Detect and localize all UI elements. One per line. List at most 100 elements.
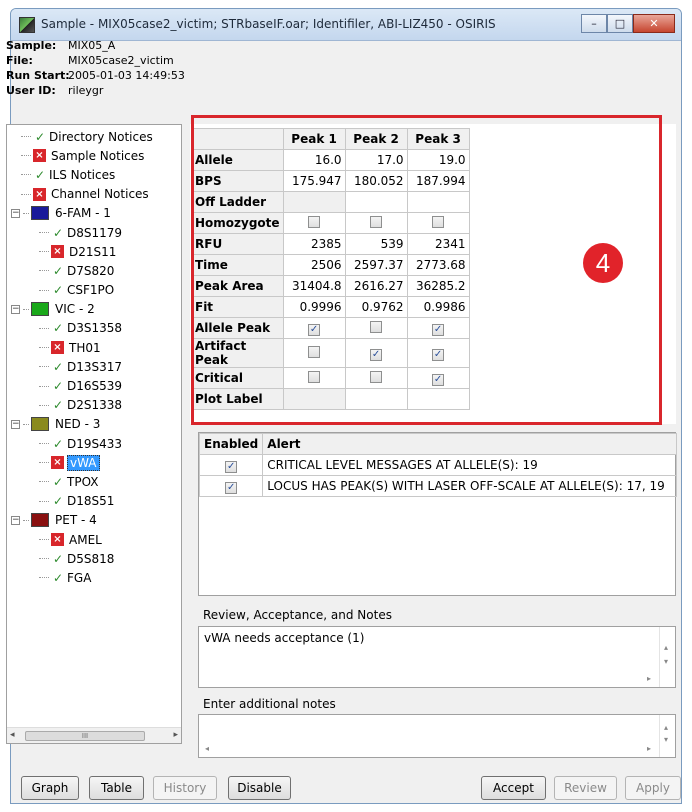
alert-text: CRITICAL LEVEL MESSAGES AT ALLELE(S): 19 <box>262 454 677 476</box>
tree-item[interactable]: ✓ D16S539 <box>7 376 181 395</box>
maximize-button[interactable]: □ <box>607 14 633 33</box>
review-button[interactable]: Review <box>554 776 617 800</box>
info-label: Run Start: <box>6 69 70 82</box>
scroll-right-icon[interactable]: ▸ <box>647 674 651 683</box>
tree-item-label: D8S1179 <box>67 225 123 240</box>
locus-tree[interactable]: ✓ Directory Notices × Sample Notices ✓ ILS No… <box>6 124 182 744</box>
alerts-header-row: Enabled Alert <box>198 433 677 455</box>
tree-item[interactable]: × D21S11 <box>7 242 181 261</box>
check-icon: ✓ <box>52 359 64 374</box>
check-icon: ✓ <box>52 494 64 509</box>
tree-item[interactable]: ✓ D5S818 <box>7 549 181 568</box>
tree-item-label: AMEL <box>69 532 102 547</box>
info-label: User ID: <box>6 84 56 97</box>
collapse-icon[interactable]: − <box>11 419 20 429</box>
check-icon: ✓ <box>52 283 64 298</box>
tree-item-label: vWA <box>67 454 100 471</box>
tree-item[interactable]: ✓ TPOX <box>7 472 181 491</box>
tree-item[interactable]: ✓ D8S1179 <box>7 223 181 242</box>
check-icon: ✓ <box>52 551 64 566</box>
check-icon: ✓ <box>52 436 64 451</box>
alert-row: ✓ CRITICAL LEVEL MESSAGES AT ALLELE(S): 1… <box>198 454 677 476</box>
channel-color-swatch <box>31 417 49 432</box>
alert-enabled-cell[interactable]: ✓ <box>198 454 264 476</box>
tree-item[interactable]: − PET - 4 <box>7 511 181 530</box>
scroll-up-icon[interactable]: ▴ <box>664 643 668 652</box>
scroll-up-icon[interactable]: ▴ <box>664 723 668 732</box>
accept-button[interactable]: Accept <box>481 776 546 800</box>
title-bar[interactable]: Sample - MIX05case2_victim; STRbaseIF.oa… <box>11 9 681 41</box>
error-icon: × <box>51 341 64 355</box>
sample-info: Sample: MIX05_A File: MIX05case2_victim Run … <box>6 38 185 98</box>
tree-item[interactable]: ✓ D13S317 <box>7 357 181 376</box>
check-icon: ✓ <box>34 167 46 182</box>
tree-item[interactable]: ✓ D3S1358 <box>7 319 181 338</box>
tree-item[interactable]: ✓ D19S433 <box>7 434 181 453</box>
tree-item[interactable]: ✓ ILS Notices <box>7 165 181 184</box>
tree-item[interactable]: ✓ CSF1PO <box>7 281 181 300</box>
tree-item-label: NED - 3 <box>55 417 101 432</box>
tree-item[interactable]: ✓ Directory Notices <box>7 127 181 146</box>
tree-item[interactable]: ✓ FGA <box>7 568 181 587</box>
tree-item[interactable]: − NED - 3 <box>7 415 181 434</box>
tree-item[interactable]: − 6-FAM - 1 <box>7 204 181 223</box>
graph-button[interactable]: Graph <box>21 776 79 800</box>
error-icon: × <box>51 245 64 259</box>
alert-row: ✓ LOCUS HAS PEAK(S) WITH LASER OFF-SCALE … <box>198 475 677 497</box>
tree-horizontal-scrollbar[interactable]: ◂ III ▸ <box>7 727 181 743</box>
checked-checkbox-icon[interactable]: ✓ <box>225 481 238 494</box>
tree-item[interactable]: ✓ D2S1338 <box>7 396 181 415</box>
info-row: Run Start: 2005-01-03 14:49:53 <box>6 68 185 83</box>
error-icon: × <box>33 149 46 163</box>
tree-item-label: D7S820 <box>67 263 115 278</box>
checked-checkbox-icon[interactable]: ✓ <box>225 460 238 473</box>
minimize-button[interactable]: – <box>581 14 607 33</box>
tree-item[interactable]: × Channel Notices <box>7 185 181 204</box>
tree-item[interactable]: ✓ D18S51 <box>7 492 181 511</box>
alerts-panel: Enabled Alert ✓ CRITICAL LEVEL MESSAGES AT … <box>198 432 677 596</box>
review-text: vWA needs acceptance (1) <box>204 631 365 645</box>
scroll-left-icon[interactable]: ◂ <box>205 744 209 753</box>
notes-input[interactable]: ▴ ▾ ◂ ▸ <box>198 714 676 758</box>
review-horizontal-scrollbar[interactable]: ▸ <box>199 673 675 687</box>
check-icon: ✓ <box>52 570 64 585</box>
enabled-header[interactable]: Enabled <box>198 433 264 455</box>
tree-item[interactable]: × vWA <box>7 453 181 472</box>
tree-item-label: 6-FAM - 1 <box>55 206 111 221</box>
tree-item[interactable]: − VIC - 2 <box>7 300 181 319</box>
osiris-app-icon <box>19 17 35 33</box>
tree-item-label: PET - 4 <box>55 513 97 528</box>
tree-item[interactable]: × Sample Notices <box>7 146 181 165</box>
collapse-icon[interactable]: − <box>11 208 20 218</box>
tree-item[interactable]: ✓ D7S820 <box>7 261 181 280</box>
tree-item-label: D2S1338 <box>67 398 123 413</box>
review-notes-box[interactable]: vWA needs acceptance (1) ▴ ▾ ▸ <box>198 626 676 688</box>
disable-button[interactable]: Disable <box>228 776 291 800</box>
tree-item-label: D3S1358 <box>67 321 123 336</box>
check-icon: ✓ <box>52 398 64 413</box>
close-button[interactable]: ✕ <box>633 14 675 33</box>
scroll-left-icon[interactable]: ◂ <box>10 730 15 740</box>
scroll-thumb[interactable]: III <box>25 731 145 741</box>
history-button[interactable]: History <box>153 776 217 800</box>
error-icon: × <box>51 533 64 547</box>
apply-button[interactable]: Apply <box>625 776 681 800</box>
scroll-right-icon[interactable]: ▸ <box>173 730 178 740</box>
table-button[interactable]: Table <box>89 776 144 800</box>
tree-item[interactable]: × TH01 <box>7 338 181 357</box>
channel-color-swatch <box>31 302 49 317</box>
collapse-icon[interactable]: − <box>11 515 20 525</box>
check-icon: ✓ <box>34 129 46 144</box>
alert-header[interactable]: Alert <box>262 433 677 455</box>
tree-item-label: Sample Notices <box>51 148 145 163</box>
tree-item[interactable]: × AMEL <box>7 530 181 549</box>
notes-horizontal-scrollbar[interactable]: ◂ ▸ <box>199 743 675 757</box>
alerts-table: Enabled Alert ✓ CRITICAL LEVEL MESSAGES AT … <box>198 433 677 497</box>
info-row: Sample: MIX05_A <box>6 38 185 53</box>
collapse-icon[interactable]: − <box>11 304 20 314</box>
tree-item-label: Directory Notices <box>49 129 153 144</box>
scroll-down-icon[interactable]: ▾ <box>664 657 668 666</box>
scroll-right-icon[interactable]: ▸ <box>647 744 651 753</box>
info-value: rileygr <box>68 84 104 97</box>
alert-enabled-cell[interactable]: ✓ <box>198 475 264 497</box>
